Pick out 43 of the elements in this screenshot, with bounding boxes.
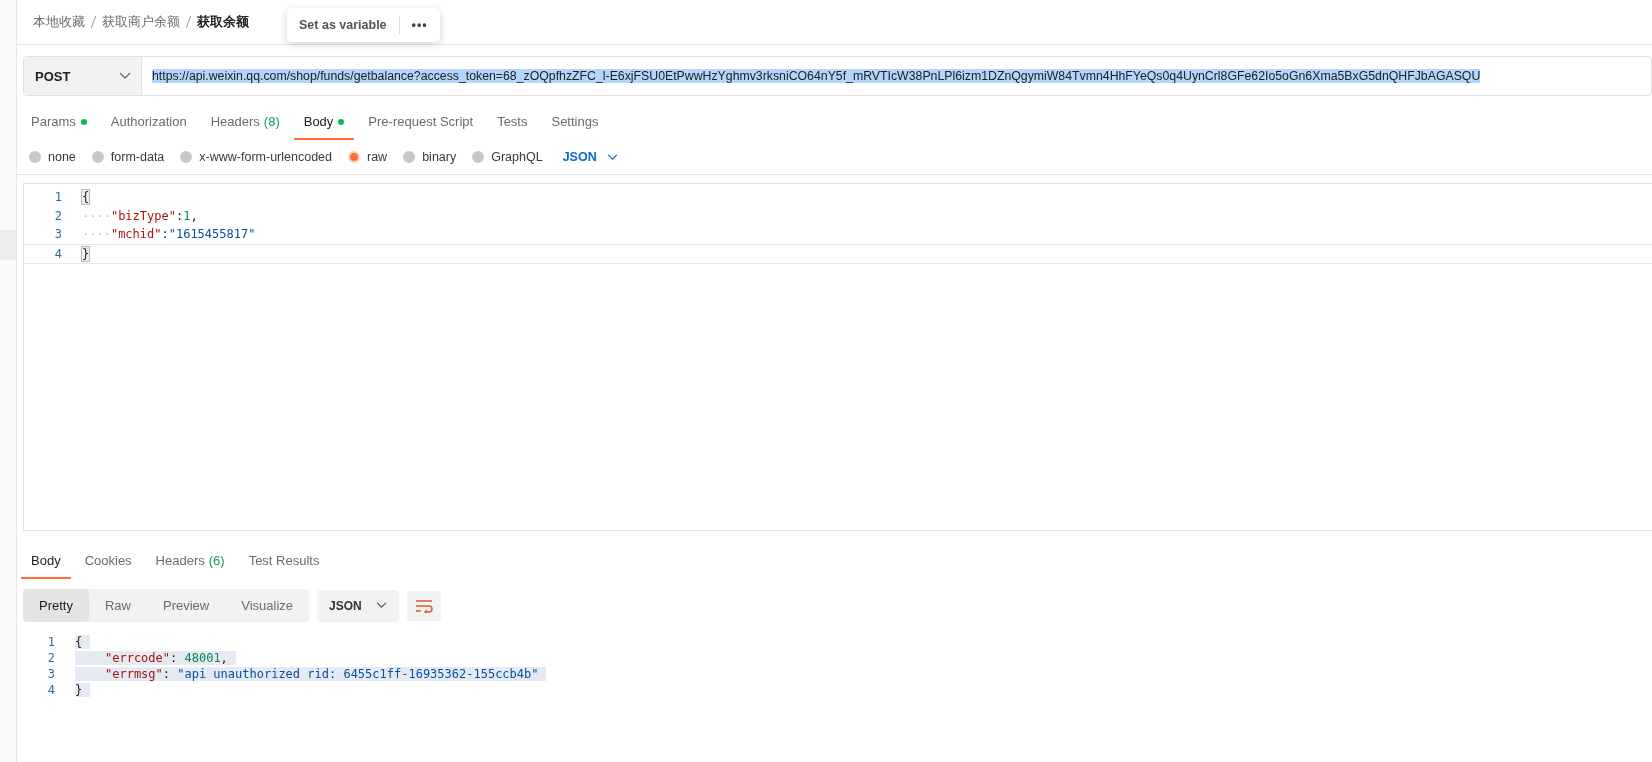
wrap-icon [414,598,433,613]
view-tab[interactable]: Preview [147,589,226,622]
response-tab[interactable]: Headers (6) [145,545,235,579]
request-tab[interactable]: Settings [541,106,609,140]
body-type-radio[interactable]: form-data [91,150,165,164]
breadcrumb-item[interactable]: 获取余额 [197,13,249,31]
code-line: ····"bizType":1, [82,208,198,223]
view-tab[interactable]: Raw [88,589,147,622]
request-tab[interactable]: Body [293,106,355,140]
request-body-editor[interactable]: 1 { 2 ····"bizType":1, 3 ····"mchid":"1615455817" 4 } [23,183,1652,531]
body-type-radio[interactable]: raw [348,150,388,164]
line-number: 4 [53,246,63,261]
request-tab[interactable]: Pre-request Script [358,106,484,140]
request-tab[interactable]: Params [21,106,97,140]
response-tab[interactable]: Body [21,545,71,579]
breadcrumb-item[interactable]: 本地收藏 [33,13,85,31]
line-number: 3 [53,227,63,242]
response-tab[interactable]: Test Results [238,545,330,579]
line-number: 1 [53,190,63,205]
body-type-radio[interactable]: x-www-form-urlencoded [180,150,332,164]
set-variable-button[interactable]: Set as variable [295,14,391,36]
view-tab[interactable]: Pretty [23,589,89,622]
body-type-radio[interactable]: none [29,150,76,164]
request-tab[interactable]: Tests [487,106,538,140]
format-dropdown[interactable]: JSON [317,589,399,622]
body-type-radio[interactable]: binary [403,150,457,164]
format-dropdown[interactable]: JSON [558,150,622,164]
chevron-icon [375,602,387,609]
response-tab[interactable]: Cookies [74,545,142,579]
chevron-icon [606,153,618,161]
wrap-button[interactable] [406,590,441,621]
breadcrumb-item[interactable]: 获取商户余额 [102,13,180,31]
line-number: 2 [46,651,56,665]
line-number: 2 [53,208,63,223]
code-line: ····"mchid":"1615455817" [82,227,256,242]
line-number: 4 [46,683,56,697]
line-number: 1 [46,635,56,649]
more-button[interactable]: ••• [407,14,432,36]
request-tab[interactable]: Authorization [100,106,197,140]
line-number: 3 [46,667,56,681]
view-tab[interactable]: Visualize [225,589,310,622]
body-type-radio[interactable]: GraphQL [472,150,543,164]
request-tab[interactable]: Headers (8) [200,106,290,140]
